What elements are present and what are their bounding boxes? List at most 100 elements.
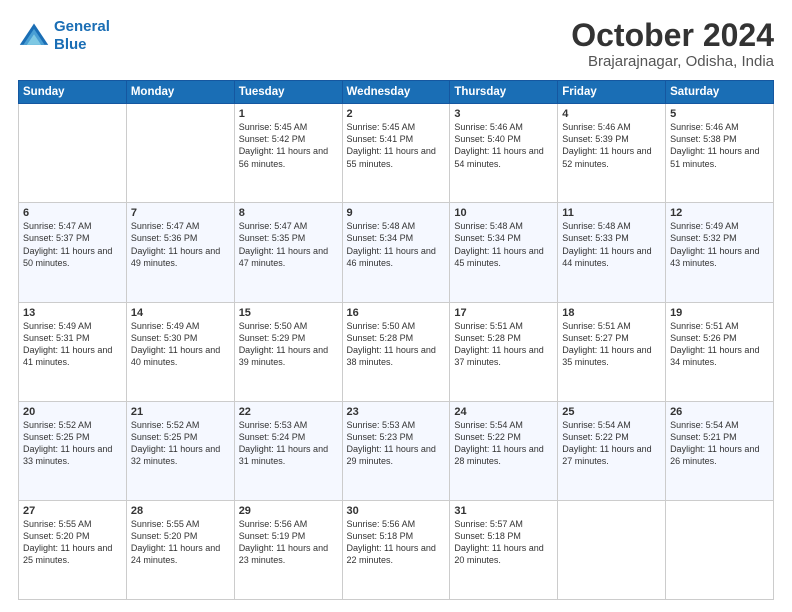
calendar-week-3: 13Sunrise: 5:49 AM Sunset: 5:31 PM Dayli… (19, 302, 774, 401)
day-number: 26 (670, 406, 769, 418)
day-info: Sunrise: 5:55 AM Sunset: 5:20 PM Dayligh… (23, 518, 122, 567)
day-number: 6 (23, 207, 122, 219)
title-block: October 2024 Brajarajnagar, Odisha, Indi… (571, 18, 774, 70)
day-number: 23 (347, 406, 446, 418)
calendar-cell (19, 104, 127, 203)
day-number: 17 (454, 307, 553, 319)
calendar-week-2: 6Sunrise: 5:47 AM Sunset: 5:37 PM Daylig… (19, 203, 774, 302)
calendar-cell: 26Sunrise: 5:54 AM Sunset: 5:21 PM Dayli… (666, 401, 774, 500)
calendar-week-4: 20Sunrise: 5:52 AM Sunset: 5:25 PM Dayli… (19, 401, 774, 500)
day-info: Sunrise: 5:49 AM Sunset: 5:32 PM Dayligh… (670, 220, 769, 269)
day-info: Sunrise: 5:54 AM Sunset: 5:22 PM Dayligh… (454, 419, 553, 468)
day-info: Sunrise: 5:52 AM Sunset: 5:25 PM Dayligh… (131, 419, 230, 468)
day-info: Sunrise: 5:47 AM Sunset: 5:36 PM Dayligh… (131, 220, 230, 269)
day-number: 3 (454, 108, 553, 120)
day-number: 25 (562, 406, 661, 418)
calendar-cell: 10Sunrise: 5:48 AM Sunset: 5:34 PM Dayli… (450, 203, 558, 302)
calendar-cell: 16Sunrise: 5:50 AM Sunset: 5:28 PM Dayli… (342, 302, 450, 401)
main-title: October 2024 (571, 18, 774, 53)
day-number: 12 (670, 207, 769, 219)
calendar-cell: 9Sunrise: 5:48 AM Sunset: 5:34 PM Daylig… (342, 203, 450, 302)
day-number: 10 (454, 207, 553, 219)
day-info: Sunrise: 5:53 AM Sunset: 5:24 PM Dayligh… (239, 419, 338, 468)
calendar-cell: 14Sunrise: 5:49 AM Sunset: 5:30 PM Dayli… (126, 302, 234, 401)
calendar-cell: 25Sunrise: 5:54 AM Sunset: 5:22 PM Dayli… (558, 401, 666, 500)
day-number: 4 (562, 108, 661, 120)
calendar-header-wednesday: Wednesday (342, 81, 450, 104)
calendar-cell: 3Sunrise: 5:46 AM Sunset: 5:40 PM Daylig… (450, 104, 558, 203)
day-number: 20 (23, 406, 122, 418)
logo: General Blue (18, 18, 110, 54)
calendar-cell: 13Sunrise: 5:49 AM Sunset: 5:31 PM Dayli… (19, 302, 127, 401)
calendar-cell (666, 500, 774, 599)
calendar-cell: 29Sunrise: 5:56 AM Sunset: 5:19 PM Dayli… (234, 500, 342, 599)
day-number: 28 (131, 505, 230, 517)
calendar-cell (558, 500, 666, 599)
logo-text: General Blue (54, 18, 110, 54)
day-number: 22 (239, 406, 338, 418)
day-number: 18 (562, 307, 661, 319)
day-number: 30 (347, 505, 446, 517)
day-info: Sunrise: 5:54 AM Sunset: 5:21 PM Dayligh… (670, 419, 769, 468)
day-number: 14 (131, 307, 230, 319)
day-info: Sunrise: 5:45 AM Sunset: 5:41 PM Dayligh… (347, 121, 446, 170)
logo-icon (18, 20, 50, 52)
calendar-week-1: 1Sunrise: 5:45 AM Sunset: 5:42 PM Daylig… (19, 104, 774, 203)
calendar-cell: 22Sunrise: 5:53 AM Sunset: 5:24 PM Dayli… (234, 401, 342, 500)
day-number: 7 (131, 207, 230, 219)
calendar-cell (126, 104, 234, 203)
day-number: 2 (347, 108, 446, 120)
day-number: 13 (23, 307, 122, 319)
day-info: Sunrise: 5:56 AM Sunset: 5:18 PM Dayligh… (347, 518, 446, 567)
page: General Blue October 2024 Brajarajnagar,… (0, 0, 792, 612)
day-info: Sunrise: 5:49 AM Sunset: 5:30 PM Dayligh… (131, 320, 230, 369)
calendar-cell: 8Sunrise: 5:47 AM Sunset: 5:35 PM Daylig… (234, 203, 342, 302)
calendar-cell: 5Sunrise: 5:46 AM Sunset: 5:38 PM Daylig… (666, 104, 774, 203)
calendar-header-row: SundayMondayTuesdayWednesdayThursdayFrid… (19, 81, 774, 104)
day-number: 24 (454, 406, 553, 418)
day-info: Sunrise: 5:48 AM Sunset: 5:33 PM Dayligh… (562, 220, 661, 269)
day-info: Sunrise: 5:52 AM Sunset: 5:25 PM Dayligh… (23, 419, 122, 468)
day-number: 8 (239, 207, 338, 219)
calendar-cell: 2Sunrise: 5:45 AM Sunset: 5:41 PM Daylig… (342, 104, 450, 203)
day-info: Sunrise: 5:54 AM Sunset: 5:22 PM Dayligh… (562, 419, 661, 468)
day-number: 19 (670, 307, 769, 319)
day-info: Sunrise: 5:46 AM Sunset: 5:38 PM Dayligh… (670, 121, 769, 170)
day-info: Sunrise: 5:48 AM Sunset: 5:34 PM Dayligh… (454, 220, 553, 269)
day-info: Sunrise: 5:47 AM Sunset: 5:37 PM Dayligh… (23, 220, 122, 269)
day-number: 21 (131, 406, 230, 418)
calendar-cell: 21Sunrise: 5:52 AM Sunset: 5:25 PM Dayli… (126, 401, 234, 500)
calendar-cell: 20Sunrise: 5:52 AM Sunset: 5:25 PM Dayli… (19, 401, 127, 500)
day-info: Sunrise: 5:50 AM Sunset: 5:28 PM Dayligh… (347, 320, 446, 369)
day-info: Sunrise: 5:46 AM Sunset: 5:40 PM Dayligh… (454, 121, 553, 170)
day-number: 15 (239, 307, 338, 319)
day-info: Sunrise: 5:51 AM Sunset: 5:28 PM Dayligh… (454, 320, 553, 369)
day-info: Sunrise: 5:45 AM Sunset: 5:42 PM Dayligh… (239, 121, 338, 170)
calendar-week-5: 27Sunrise: 5:55 AM Sunset: 5:20 PM Dayli… (19, 500, 774, 599)
calendar-cell: 23Sunrise: 5:53 AM Sunset: 5:23 PM Dayli… (342, 401, 450, 500)
calendar-cell: 15Sunrise: 5:50 AM Sunset: 5:29 PM Dayli… (234, 302, 342, 401)
calendar-header-tuesday: Tuesday (234, 81, 342, 104)
day-info: Sunrise: 5:51 AM Sunset: 5:26 PM Dayligh… (670, 320, 769, 369)
calendar-cell: 1Sunrise: 5:45 AM Sunset: 5:42 PM Daylig… (234, 104, 342, 203)
day-number: 9 (347, 207, 446, 219)
day-number: 31 (454, 505, 553, 517)
calendar-cell: 4Sunrise: 5:46 AM Sunset: 5:39 PM Daylig… (558, 104, 666, 203)
day-info: Sunrise: 5:50 AM Sunset: 5:29 PM Dayligh… (239, 320, 338, 369)
day-info: Sunrise: 5:47 AM Sunset: 5:35 PM Dayligh… (239, 220, 338, 269)
day-number: 11 (562, 207, 661, 219)
day-info: Sunrise: 5:49 AM Sunset: 5:31 PM Dayligh… (23, 320, 122, 369)
day-number: 27 (23, 505, 122, 517)
day-info: Sunrise: 5:55 AM Sunset: 5:20 PM Dayligh… (131, 518, 230, 567)
calendar-header-friday: Friday (558, 81, 666, 104)
calendar-cell: 17Sunrise: 5:51 AM Sunset: 5:28 PM Dayli… (450, 302, 558, 401)
calendar-cell: 31Sunrise: 5:57 AM Sunset: 5:18 PM Dayli… (450, 500, 558, 599)
calendar-cell: 12Sunrise: 5:49 AM Sunset: 5:32 PM Dayli… (666, 203, 774, 302)
calendar-cell: 7Sunrise: 5:47 AM Sunset: 5:36 PM Daylig… (126, 203, 234, 302)
day-number: 29 (239, 505, 338, 517)
calendar-cell: 30Sunrise: 5:56 AM Sunset: 5:18 PM Dayli… (342, 500, 450, 599)
calendar-cell: 27Sunrise: 5:55 AM Sunset: 5:20 PM Dayli… (19, 500, 127, 599)
day-number: 1 (239, 108, 338, 120)
calendar-header-thursday: Thursday (450, 81, 558, 104)
calendar-cell: 28Sunrise: 5:55 AM Sunset: 5:20 PM Dayli… (126, 500, 234, 599)
